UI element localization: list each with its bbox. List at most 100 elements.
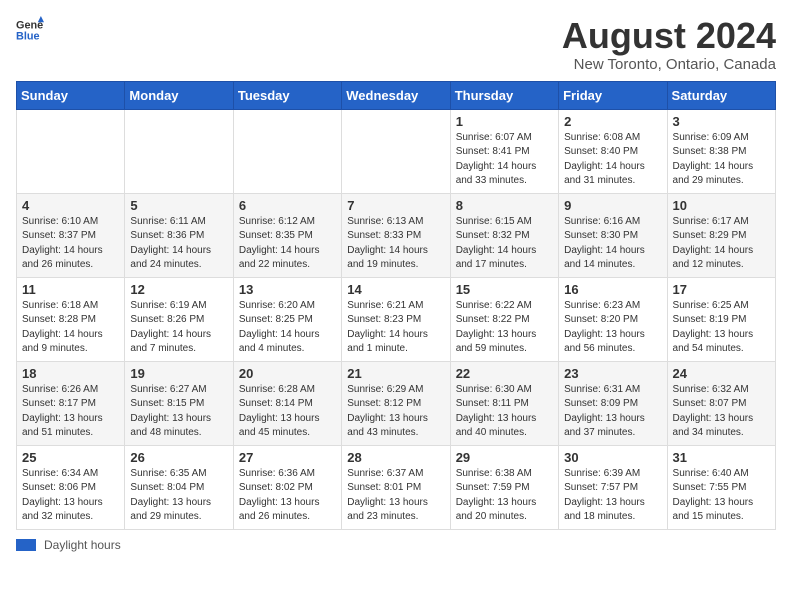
calendar-cell: 9Sunrise: 6:16 AM Sunset: 8:30 PM Daylig… xyxy=(559,193,667,277)
title-area: August 2024 New Toronto, Ontario, Canada xyxy=(562,16,776,73)
day-number: 16 xyxy=(564,282,661,297)
calendar-cell xyxy=(342,109,450,193)
day-number: 7 xyxy=(347,198,444,213)
day-info: Sunrise: 6:15 AM Sunset: 8:32 PM Dayligh… xyxy=(456,215,553,273)
day-number: 21 xyxy=(347,366,444,381)
day-number: 6 xyxy=(239,198,336,213)
day-number: 25 xyxy=(22,450,119,465)
calendar-cell: 31 Sunrise: 6:40 AM Sunset: 7:55 PM Dayli… xyxy=(667,445,775,529)
day-number: 18 xyxy=(22,366,119,381)
calendar-cell: 27 Sunrise: 6:36 AM Sunset: 8:02 PM Dayli… xyxy=(233,445,341,529)
calendar-cell: 14 Sunrise: 6:21 AM Sunset: 8:23 PM Dayli… xyxy=(342,277,450,361)
day-number: 26 xyxy=(130,450,227,465)
weekday-header-thursday: Thursday xyxy=(450,81,558,109)
day-number: 22 xyxy=(456,366,553,381)
day-info: Sunrise: 6:23 AM Sunset: 8:20 PM Dayligh… xyxy=(564,299,661,357)
day-number: 17 xyxy=(673,282,770,297)
calendar-cell: 20Sunrise: 6:28 AM Sunset: 8:14 PM Dayli… xyxy=(233,361,341,445)
calendar-week-row: 1Sunrise: 6:07 AM Sunset: 8:41 PM Daylig… xyxy=(17,109,776,193)
weekday-header-tuesday: Tuesday xyxy=(233,81,341,109)
day-info: Sunrise: 6:17 AM Sunset: 8:29 PM Dayligh… xyxy=(673,215,770,273)
calendar-cell: 2Sunrise: 6:08 AM Sunset: 8:40 PM Daylig… xyxy=(559,109,667,193)
day-number: 23 xyxy=(564,366,661,381)
logo: General Blue xyxy=(16,16,44,44)
calendar-cell: 28 Sunrise: 6:37 AM Sunset: 8:01 PM Dayli… xyxy=(342,445,450,529)
svg-text:Blue: Blue xyxy=(16,30,40,42)
calendar-week-row: 4 Sunrise: 6:10 AM Sunset: 8:37 PM Daylig… xyxy=(17,193,776,277)
calendar-cell: 10 Sunrise: 6:17 AM Sunset: 8:29 PM Dayli… xyxy=(667,193,775,277)
calendar-cell: 29 Sunrise: 6:38 AM Sunset: 7:59 PM Dayli… xyxy=(450,445,558,529)
calendar-week-row: 11Sunrise: 6:18 AM Sunset: 8:28 PM Dayli… xyxy=(17,277,776,361)
day-info: Sunrise: 6:12 AM Sunset: 8:35 PM Dayligh… xyxy=(239,215,336,273)
page-header: General Blue August 2024 New Toronto, On… xyxy=(16,16,776,73)
day-info: Sunrise: 6:20 AM Sunset: 8:25 PM Dayligh… xyxy=(239,299,336,357)
day-info: Sunrise: 6:25 AM Sunset: 8:19 PM Dayligh… xyxy=(673,299,770,357)
day-info: Sunrise: 6:34 AM Sunset: 8:06 PM Dayligh… xyxy=(22,467,119,525)
day-number: 13 xyxy=(239,282,336,297)
calendar-cell: 19 Sunrise: 6:27 AM Sunset: 8:15 PM Dayli… xyxy=(125,361,233,445)
day-number: 24 xyxy=(673,366,770,381)
weekday-header-friday: Friday xyxy=(559,81,667,109)
day-number: 15 xyxy=(456,282,553,297)
day-number: 14 xyxy=(347,282,444,297)
day-info: Sunrise: 6:35 AM Sunset: 8:04 PM Dayligh… xyxy=(130,467,227,525)
day-info: Sunrise: 6:09 AM Sunset: 8:38 PM Dayligh… xyxy=(673,131,770,189)
calendar-cell: 8Sunrise: 6:15 AM Sunset: 8:32 PM Daylig… xyxy=(450,193,558,277)
day-info: Sunrise: 6:40 AM Sunset: 7:55 PM Dayligh… xyxy=(673,467,770,525)
day-info: Sunrise: 6:13 AM Sunset: 8:33 PM Dayligh… xyxy=(347,215,444,273)
calendar-cell: 18 Sunrise: 6:26 AM Sunset: 8:17 PM Dayli… xyxy=(17,361,125,445)
day-number: 27 xyxy=(239,450,336,465)
day-number: 20 xyxy=(239,366,336,381)
calendar-cell: 11Sunrise: 6:18 AM Sunset: 8:28 PM Dayli… xyxy=(17,277,125,361)
day-info: Sunrise: 6:07 AM Sunset: 8:41 PM Dayligh… xyxy=(456,131,553,189)
day-info: Sunrise: 6:19 AM Sunset: 8:26 PM Dayligh… xyxy=(130,299,227,357)
day-info: Sunrise: 6:29 AM Sunset: 8:12 PM Dayligh… xyxy=(347,383,444,441)
day-info: Sunrise: 6:26 AM Sunset: 8:17 PM Dayligh… xyxy=(22,383,119,441)
month-year: August 2024 xyxy=(562,16,776,56)
calendar-cell: 26 Sunrise: 6:35 AM Sunset: 8:04 PM Dayli… xyxy=(125,445,233,529)
day-number: 12 xyxy=(130,282,227,297)
calendar-cell: 3 Sunrise: 6:09 AM Sunset: 8:38 PM Daylig… xyxy=(667,109,775,193)
calendar-cell: 15Sunrise: 6:22 AM Sunset: 8:22 PM Dayli… xyxy=(450,277,558,361)
day-number: 30 xyxy=(564,450,661,465)
calendar-table: SundayMondayTuesdayWednesdayThursdayFrid… xyxy=(16,81,776,530)
day-info: Sunrise: 6:18 AM Sunset: 8:28 PM Dayligh… xyxy=(22,299,119,357)
calendar-cell: 17 Sunrise: 6:25 AM Sunset: 8:19 PM Dayli… xyxy=(667,277,775,361)
calendar-cell: 24Sunrise: 6:32 AM Sunset: 8:07 PM Dayli… xyxy=(667,361,775,445)
day-number: 31 xyxy=(673,450,770,465)
day-number: 5 xyxy=(130,198,227,213)
day-number: 29 xyxy=(456,450,553,465)
weekday-header-monday: Monday xyxy=(125,81,233,109)
day-number: 3 xyxy=(673,114,770,129)
footer: Daylight hours xyxy=(16,538,776,552)
day-info: Sunrise: 6:10 AM Sunset: 8:37 PM Dayligh… xyxy=(22,215,119,273)
weekday-header-wednesday: Wednesday xyxy=(342,81,450,109)
day-number: 10 xyxy=(673,198,770,213)
weekday-header-saturday: Saturday xyxy=(667,81,775,109)
legend-color-box xyxy=(16,539,36,551)
day-info: Sunrise: 6:37 AM Sunset: 8:01 PM Dayligh… xyxy=(347,467,444,525)
day-info: Sunrise: 6:38 AM Sunset: 7:59 PM Dayligh… xyxy=(456,467,553,525)
calendar-cell xyxy=(125,109,233,193)
calendar-cell xyxy=(233,109,341,193)
calendar-week-row: 25 Sunrise: 6:34 AM Sunset: 8:06 PM Dayli… xyxy=(17,445,776,529)
calendar-cell: 21 Sunrise: 6:29 AM Sunset: 8:12 PM Dayli… xyxy=(342,361,450,445)
weekday-header-sunday: Sunday xyxy=(17,81,125,109)
calendar-cell: 7 Sunrise: 6:13 AM Sunset: 8:33 PM Daylig… xyxy=(342,193,450,277)
day-info: Sunrise: 6:30 AM Sunset: 8:11 PM Dayligh… xyxy=(456,383,553,441)
calendar-week-row: 18 Sunrise: 6:26 AM Sunset: 8:17 PM Dayli… xyxy=(17,361,776,445)
calendar-cell: 4 Sunrise: 6:10 AM Sunset: 8:37 PM Daylig… xyxy=(17,193,125,277)
logo-icon: General Blue xyxy=(16,16,44,44)
calendar-cell: 25 Sunrise: 6:34 AM Sunset: 8:06 PM Dayli… xyxy=(17,445,125,529)
calendar-cell: 16 Sunrise: 6:23 AM Sunset: 8:20 PM Dayli… xyxy=(559,277,667,361)
calendar-cell: 1Sunrise: 6:07 AM Sunset: 8:41 PM Daylig… xyxy=(450,109,558,193)
day-info: Sunrise: 6:27 AM Sunset: 8:15 PM Dayligh… xyxy=(130,383,227,441)
calendar-cell: 23Sunrise: 6:31 AM Sunset: 8:09 PM Dayli… xyxy=(559,361,667,445)
day-number: 28 xyxy=(347,450,444,465)
day-number: 4 xyxy=(22,198,119,213)
day-info: Sunrise: 6:36 AM Sunset: 8:02 PM Dayligh… xyxy=(239,467,336,525)
calendar-cell: 13 Sunrise: 6:20 AM Sunset: 8:25 PM Dayli… xyxy=(233,277,341,361)
calendar-cell: 5Sunrise: 6:11 AM Sunset: 8:36 PM Daylig… xyxy=(125,193,233,277)
day-info: Sunrise: 6:21 AM Sunset: 8:23 PM Dayligh… xyxy=(347,299,444,357)
day-number: 19 xyxy=(130,366,227,381)
